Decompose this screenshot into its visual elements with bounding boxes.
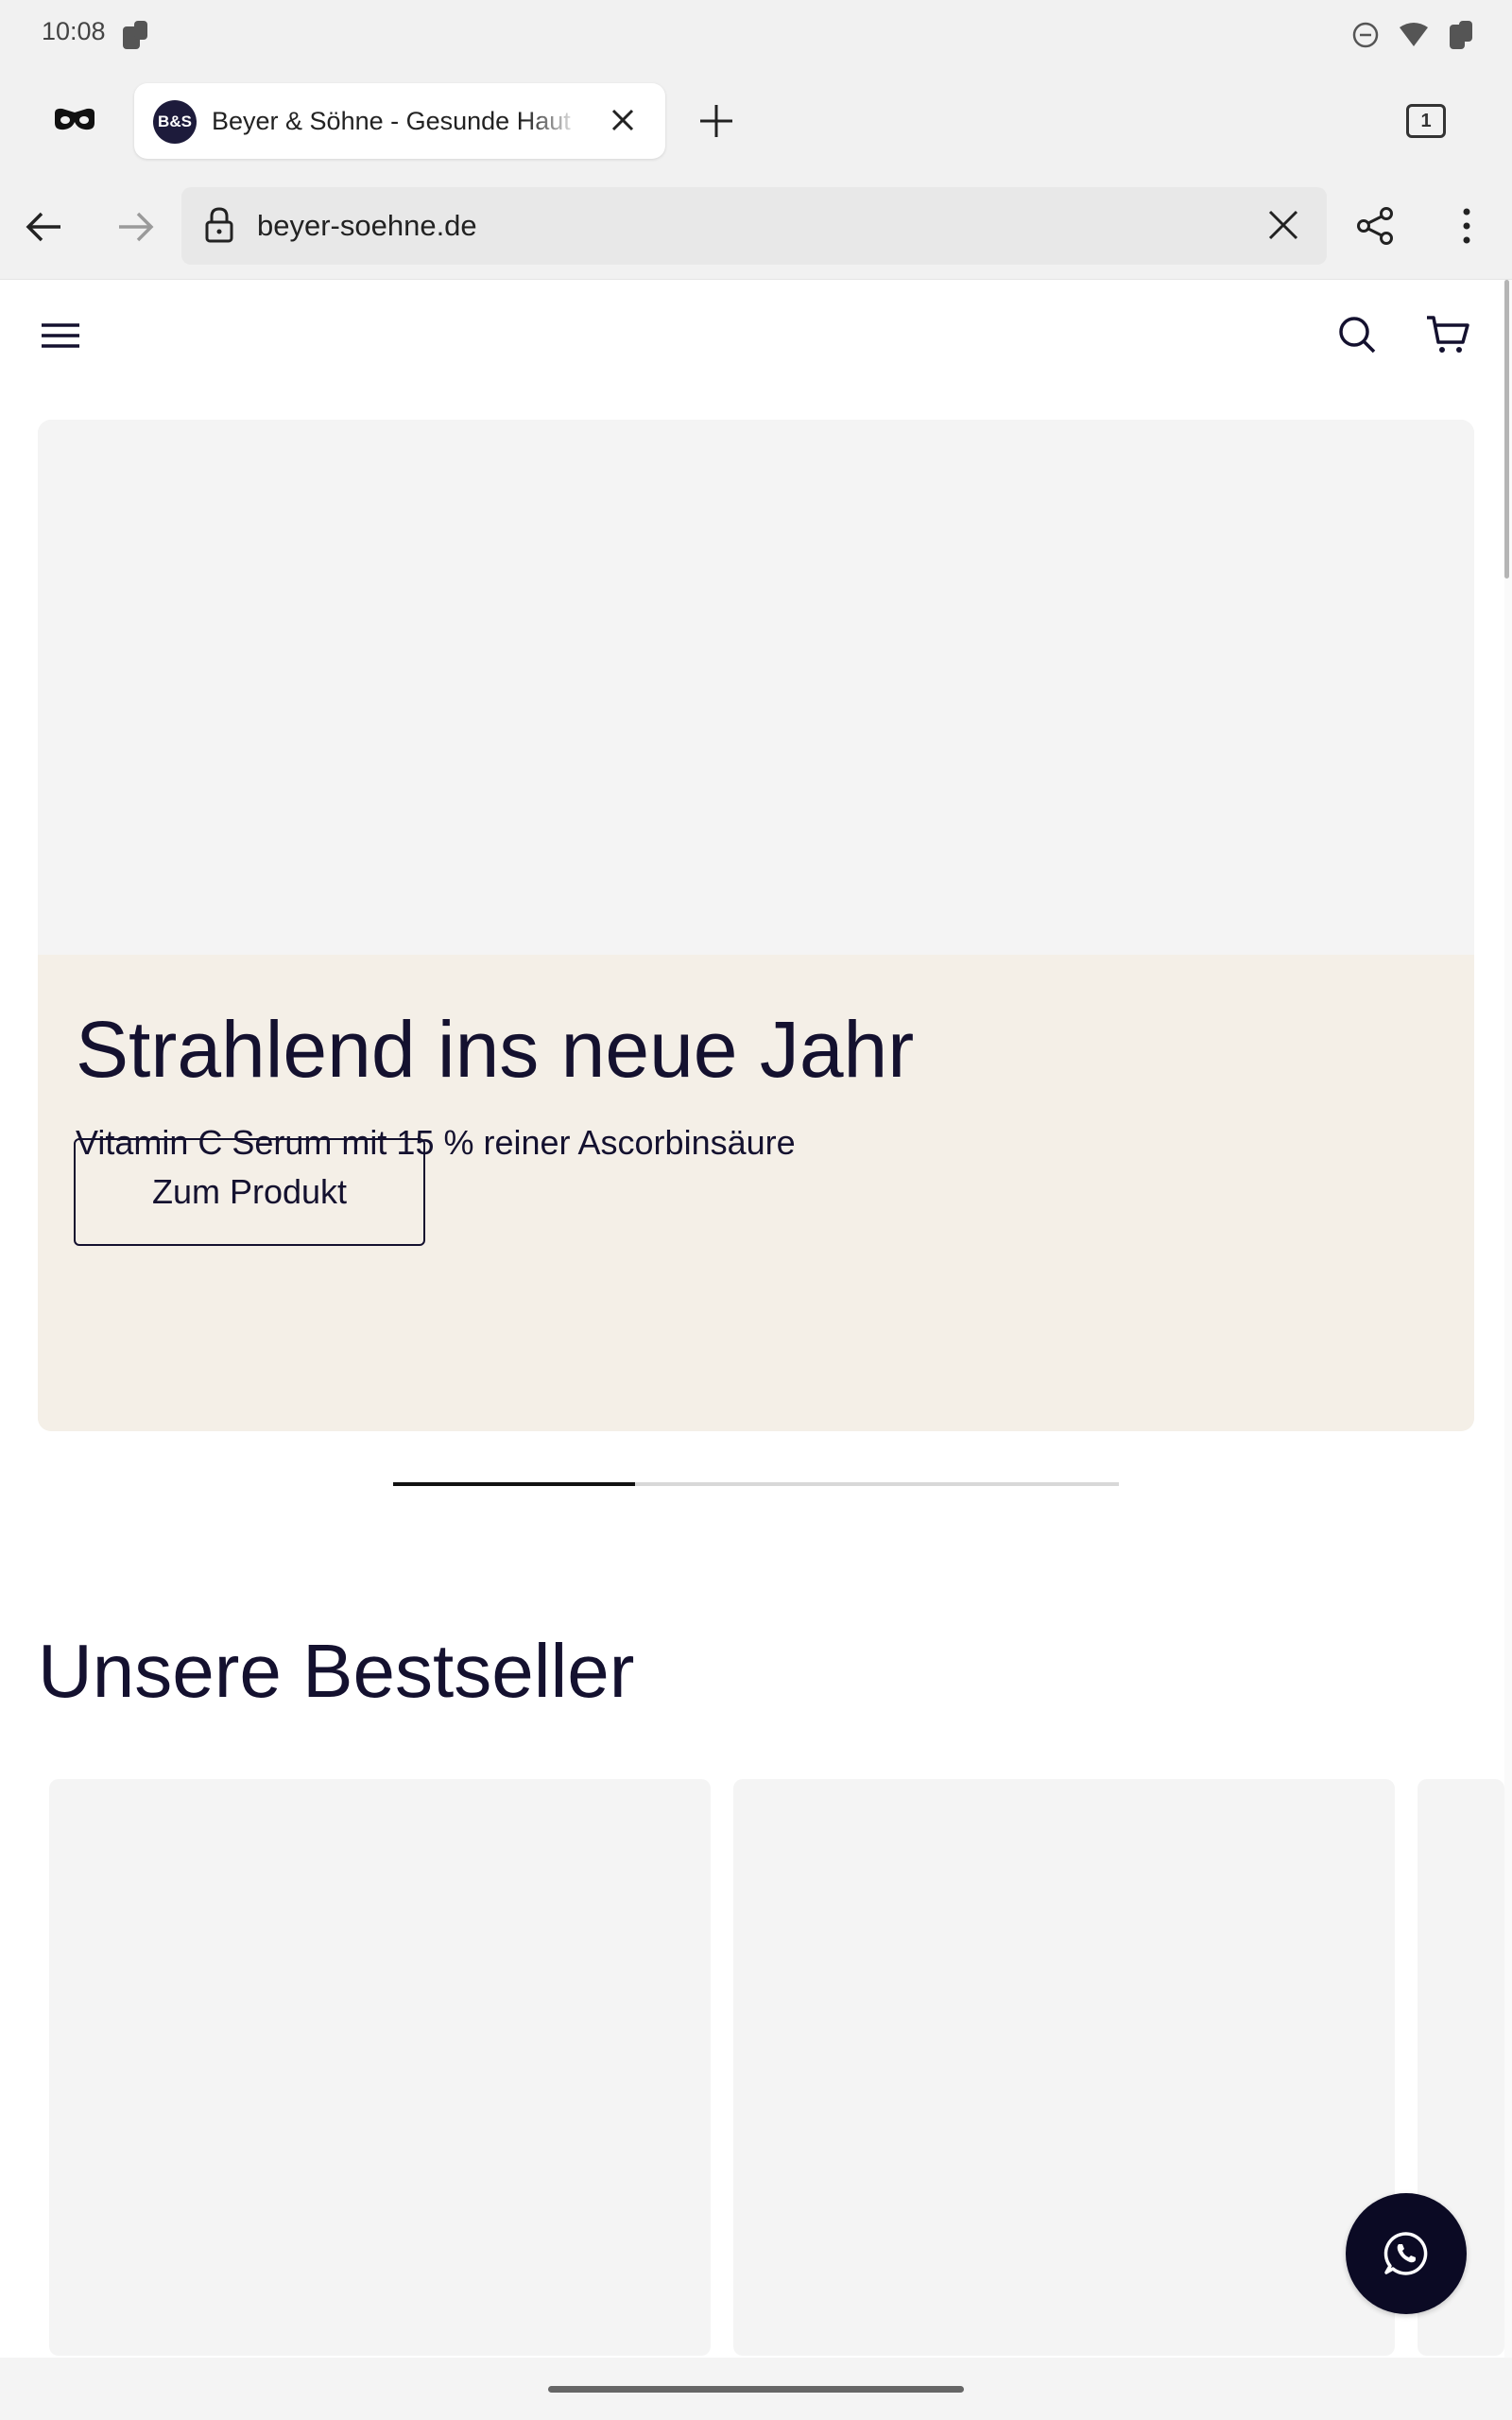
forward-icon[interactable] xyxy=(115,210,155,244)
lock-icon[interactable] xyxy=(204,206,234,244)
search-icon[interactable] xyxy=(1336,314,1378,355)
carousel-progress xyxy=(393,1482,1119,1486)
incognito-icon xyxy=(55,108,94,130)
tab-switcher-button[interactable]: 1 xyxy=(1406,104,1446,138)
page-scrollbar-thumb[interactable] xyxy=(1504,280,1509,579)
page-scrollbar[interactable] xyxy=(1504,280,1512,2382)
bestsellers-title: Unsere Bestseller xyxy=(38,1629,635,1713)
close-tab-icon[interactable] xyxy=(607,104,639,136)
home-gesture-handle[interactable] xyxy=(548,2386,964,2393)
more-menu-icon[interactable] xyxy=(1455,206,1478,246)
product-card[interactable] xyxy=(49,1779,711,2356)
status-time: 10:08 xyxy=(42,17,106,45)
zum-produkt-button[interactable]: Zum Produkt xyxy=(74,1138,425,1246)
product-card[interactable] xyxy=(733,1779,1395,2356)
wifi-icon xyxy=(1400,23,1428,46)
clear-url-icon[interactable] xyxy=(1266,208,1300,242)
notification-icon xyxy=(123,21,147,49)
tab-title: Beyer & Söhne - Gesunde Haut xyxy=(212,107,571,135)
status-icons xyxy=(1351,19,1474,51)
whatsapp-icon xyxy=(1383,2232,1428,2275)
hero-banner: Strahlend ins neue Jahr Vitamin C Serum … xyxy=(38,420,1474,1431)
hamburger-menu-icon[interactable] xyxy=(40,320,81,352)
do-not-disturb-icon xyxy=(1352,22,1379,48)
tab-strip: B&S Beyer & Söhne - Gesunde Haut 1 xyxy=(0,68,1512,174)
carousel-progress-fill xyxy=(393,1482,635,1486)
browser-toolbar: beyer-soehne.de xyxy=(0,174,1512,280)
whatsapp-chat-button[interactable] xyxy=(1346,2193,1467,2314)
system-nav-bar xyxy=(0,2358,1512,2420)
browser-tab[interactable]: B&S Beyer & Söhne - Gesunde Haut xyxy=(134,83,665,159)
favicon-icon: B&S xyxy=(153,100,197,144)
url-text[interactable]: beyer-soehne.de xyxy=(257,208,477,244)
hero-image xyxy=(38,420,1474,955)
status-bar: 10:08 xyxy=(0,0,1512,68)
address-bar[interactable]: beyer-soehne.de xyxy=(181,187,1327,265)
share-icon[interactable] xyxy=(1355,206,1395,246)
back-icon[interactable] xyxy=(25,210,64,244)
site-header xyxy=(0,280,1504,393)
battery-icon xyxy=(1450,21,1472,49)
hero-title: Strahlend ins neue Jahr xyxy=(76,1005,915,1094)
cart-icon[interactable] xyxy=(1425,314,1470,355)
new-tab-icon[interactable] xyxy=(697,102,735,140)
